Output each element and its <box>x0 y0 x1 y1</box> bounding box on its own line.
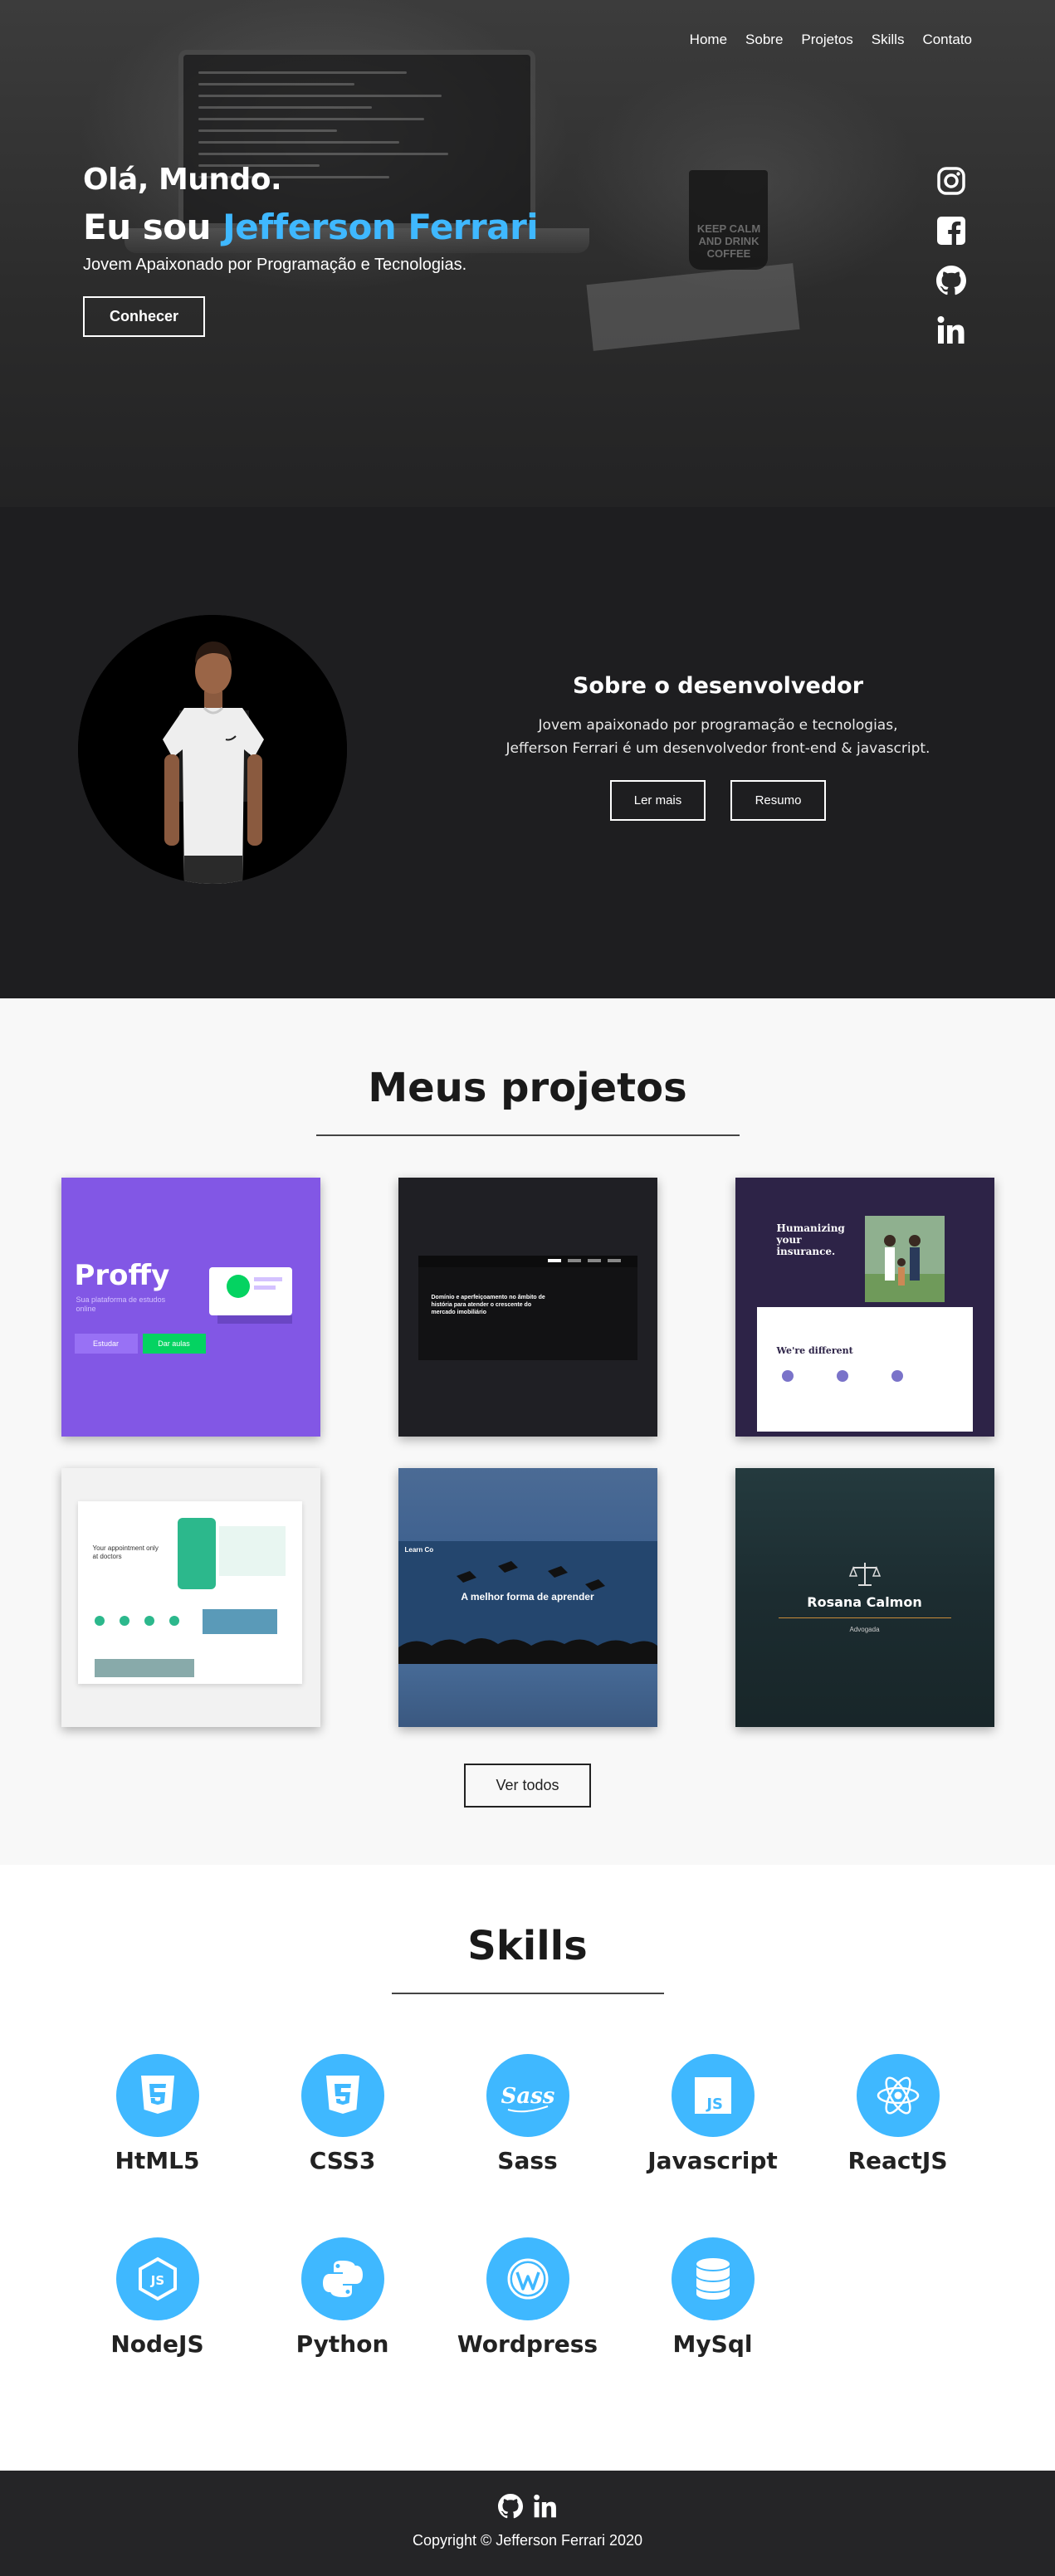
css3-icon <box>300 2054 384 2137</box>
skill-html5: HtML5 <box>91 2054 224 2174</box>
hero-intro: Eu sou <box>83 207 211 247</box>
python-icon <box>300 2237 384 2320</box>
skill-nodejs: JS NodeJS <box>91 2237 224 2358</box>
about-section: Sobre o desenvolvedor Jovem apaixonado p… <box>0 507 1055 998</box>
project-card-insurance[interactable]: Humanizing your insurance. We're differe… <box>735 1178 994 1437</box>
skill-label: Javascript <box>647 2147 778 2174</box>
footer: Copyright © Jefferson Ferrari 2020 <box>0 2471 1055 2576</box>
footer-social-links <box>0 2494 1055 2522</box>
hero-section: KEEP CALM AND DRINK COFFEE Home Sobre Pr… <box>0 0 1055 507</box>
history-text: Domínio e aperfeiçoamento no âmbito de h… <box>431 1295 545 1315</box>
svg-text:JS: JS <box>705 2095 723 2113</box>
rosana-name: Rosana Calmon <box>807 1594 922 1610</box>
nav-projetos[interactable]: Projetos <box>801 32 852 48</box>
instagram-icon[interactable] <box>936 166 966 199</box>
facebook-icon[interactable] <box>936 216 966 249</box>
nav-contato[interactable]: Contato <box>922 32 972 48</box>
skill-label: CSS3 <box>309 2147 376 2174</box>
project-card-rosana[interactable]: Rosana Calmon Advogada <box>735 1468 994 1727</box>
doctor-screenshot: Your appointment only at doctors <box>77 1501 302 1684</box>
skill-sass: Sass Sass <box>462 2054 594 2174</box>
history-screenshot: Domínio e aperfeiçoamento no âmbito de h… <box>418 1256 637 1360</box>
learnco-logo: Learn Co <box>404 1546 434 1554</box>
graduation-caps <box>456 1561 605 1591</box>
nav-sobre[interactable]: Sobre <box>745 32 783 48</box>
database-icon <box>671 2237 755 2320</box>
proffy-illustration <box>208 1267 292 1324</box>
graduates-crowd <box>398 1638 657 1664</box>
hero-greeting: Olá, Mundo. <box>83 163 282 197</box>
about-content: Sobre o desenvolvedor Jovem apaixonado p… <box>481 673 955 821</box>
skills-divider <box>391 1993 664 1994</box>
proffy-study-button: Estudar <box>74 1334 138 1354</box>
ver-todos-button[interactable]: Ver todos <box>464 1764 591 1808</box>
nav-home[interactable]: Home <box>690 32 727 48</box>
project-card-learnco[interactable]: Learn Co A melhor forma de aprender <box>398 1468 657 1727</box>
insurance-headline: Humanizing your insurance. <box>776 1222 845 1257</box>
project-card-history[interactable]: Domínio e aperfeiçoamento no âmbito de h… <box>398 1178 657 1437</box>
projects-divider <box>315 1134 740 1136</box>
about-description: Jovem apaixonado por programação e tecno… <box>481 714 955 760</box>
projects-title: Meus projetos <box>368 1065 687 1111</box>
skills-title: Skills <box>467 1923 588 1969</box>
skill-python: Python <box>276 2237 409 2358</box>
proffy-teach-button: Dar aulas <box>142 1334 206 1354</box>
skill-wordpress: Wordpress <box>457 2237 598 2358</box>
about-desc-line-1: Jovem apaixonado por programação e tecno… <box>538 717 898 734</box>
svg-text:JS: JS <box>149 2273 164 2288</box>
about-title: Sobre o desenvolvedor <box>572 673 864 699</box>
insurance-screenshot: Humanizing your insurance. We're differe… <box>756 1183 973 1432</box>
insurance-subheadline: We're different <box>776 1345 853 1356</box>
javascript-icon: JS <box>671 2054 755 2137</box>
about-desc-line-2: Jefferson Ferrari é um desenvolvedor fro… <box>506 740 930 757</box>
project-card-proffy[interactable]: Proffy Sua plataforma de estudos online … <box>61 1178 320 1437</box>
skill-label: NodeJS <box>110 2330 204 2358</box>
skill-label: Sass <box>497 2147 558 2174</box>
skill-css3: CSS3 <box>276 2054 409 2174</box>
github-icon[interactable] <box>936 266 967 299</box>
skill-label: Python <box>295 2330 389 2358</box>
conhecer-button[interactable]: Conhecer <box>83 296 206 337</box>
avatar <box>78 615 347 884</box>
ler-mais-button[interactable]: Ler mais <box>610 780 706 821</box>
wordpress-icon <box>486 2237 569 2320</box>
resumo-button[interactable]: Resumo <box>730 780 826 821</box>
sass-icon: Sass <box>486 2054 569 2137</box>
rosana-role: Advogada <box>849 1626 880 1633</box>
hero-name: Jefferson Ferrari <box>222 207 539 247</box>
mug-text: KEEP CALM AND DRINK COFFEE <box>696 222 761 260</box>
skill-label: HtML5 <box>115 2147 200 2174</box>
svg-text:Sass: Sass <box>501 2084 554 2109</box>
skill-label: Wordpress <box>457 2330 598 2358</box>
projects-section: Meus projetos Proffy Sua plataforma de e… <box>0 998 1055 1865</box>
skill-label: MySql <box>672 2330 753 2358</box>
scales-icon <box>848 1563 881 1586</box>
linkedin-icon[interactable] <box>533 2494 558 2522</box>
family-photo <box>864 1216 945 1302</box>
main-nav: Home Sobre Projetos Skills Contato <box>690 32 972 48</box>
hero-text: Olá, Mundo. Eu sou Jefferson Ferrari Jov… <box>83 163 539 337</box>
proffy-logo: Proffy <box>74 1259 170 1292</box>
projects-grid: Proffy Sua plataforma de estudos online … <box>0 1178 1055 1727</box>
project-card-doctor[interactable]: Your appointment only at doctors <box>61 1468 320 1727</box>
about-buttons: Ler mais Resumo <box>481 780 955 821</box>
skill-mysql: MySql <box>647 2237 779 2358</box>
copyright-text: Copyright © Jefferson Ferrari 2020 <box>412 2532 643 2549</box>
proffy-tagline: Sua plataforma de estudos online <box>76 1295 166 1313</box>
skill-javascript: JS Javascript <box>647 2054 779 2174</box>
skill-label: ReactJS <box>847 2147 948 2174</box>
nodejs-icon: JS <box>115 2237 199 2320</box>
skills-grid: HtML5 CSS3 Sass Sass JS Javascript React… <box>0 2054 1055 2358</box>
skill-reactjs: ReactJS <box>832 2054 965 2174</box>
linkedin-icon[interactable] <box>936 315 966 349</box>
skills-section: Skills HtML5 CSS3 Sass Sass JS Javascrip… <box>0 1865 1055 2471</box>
github-icon[interactable] <box>497 2494 523 2522</box>
doctor-headline: Your appointment only at doctors <box>92 1544 159 1560</box>
hero-subtitle: Jovem Apaixonado por Programação e Tecno… <box>83 256 467 274</box>
hero-title: Eu sou Jefferson Ferrari <box>83 207 539 247</box>
social-links <box>936 166 967 349</box>
html5-icon <box>115 2054 199 2137</box>
react-icon <box>856 2054 940 2137</box>
nav-skills[interactable]: Skills <box>872 32 905 48</box>
